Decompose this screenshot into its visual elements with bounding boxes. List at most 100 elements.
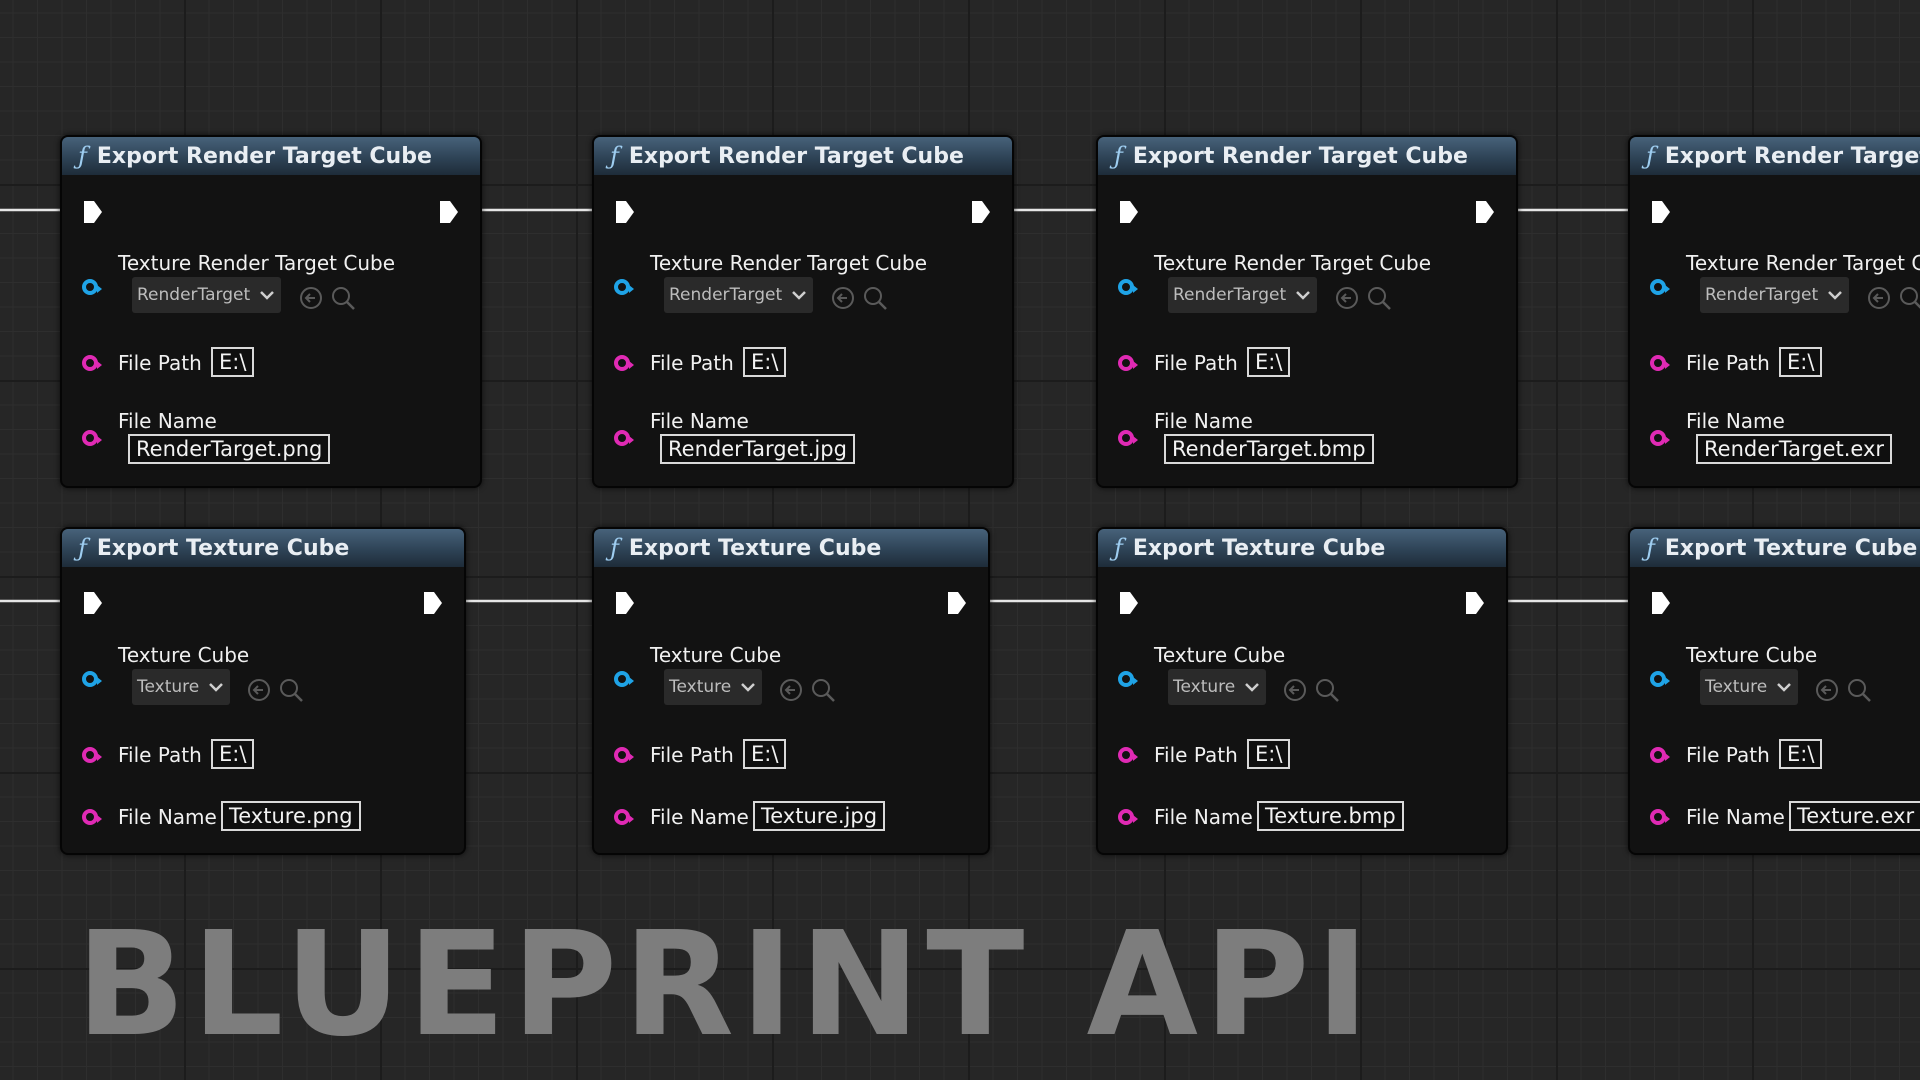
file-path-pin[interactable] bbox=[1118, 747, 1138, 763]
object-pin-label: Texture Cube bbox=[650, 643, 782, 667]
object-pin[interactable] bbox=[82, 279, 102, 295]
file-name-input[interactable]: RenderTarget.bmp bbox=[1164, 434, 1374, 464]
object-pin[interactable] bbox=[82, 671, 102, 687]
object-dropdown-value: Texture bbox=[669, 677, 732, 697]
file-name-input[interactable]: RenderTarget.png bbox=[128, 434, 331, 464]
browse-arrow-icon[interactable] bbox=[1814, 677, 1840, 707]
file-name-pin[interactable] bbox=[82, 430, 102, 446]
search-icon[interactable] bbox=[1366, 285, 1392, 315]
search-icon[interactable] bbox=[1846, 677, 1872, 707]
exec-pin-icon[interactable] bbox=[614, 199, 636, 225]
search-icon[interactable] bbox=[1898, 285, 1920, 315]
browse-arrow-icon[interactable] bbox=[246, 677, 272, 707]
node-export-render-target-cube-3[interactable]: ƒ Export Render Target Cube Texture Rend… bbox=[1096, 135, 1518, 488]
file-path-pin[interactable] bbox=[82, 747, 102, 763]
file-name-input[interactable]: Texture.png bbox=[221, 801, 361, 831]
exec-pin-icon[interactable] bbox=[946, 590, 968, 616]
exec-pin-icon[interactable] bbox=[1474, 199, 1496, 225]
exec-pin-icon[interactable] bbox=[82, 590, 104, 616]
node-header[interactable]: ƒ Export Texture Cube bbox=[594, 529, 988, 567]
file-name-input[interactable]: RenderTarget.exr bbox=[1696, 434, 1893, 464]
object-dropdown[interactable]: Texture bbox=[1700, 669, 1799, 705]
node-header[interactable]: ƒ Export Render Target Cube bbox=[1630, 137, 1920, 175]
node-header[interactable]: ƒ Export Render Target Cube bbox=[1098, 137, 1516, 175]
file-name-pin[interactable] bbox=[82, 809, 102, 825]
file-path-pin[interactable] bbox=[1118, 355, 1138, 371]
exec-pin-icon[interactable] bbox=[614, 590, 636, 616]
object-dropdown[interactable]: Texture bbox=[1168, 669, 1267, 705]
node-export-render-target-cube-2[interactable]: ƒ Export Render Target Cube Texture Rend… bbox=[592, 135, 1014, 488]
exec-pin-icon[interactable] bbox=[1650, 590, 1672, 616]
file-path-input[interactable]: E:\ bbox=[743, 347, 787, 377]
object-dropdown[interactable]: RenderTarget bbox=[1168, 277, 1318, 313]
file-name-input[interactable]: RenderTarget.jpg bbox=[660, 434, 855, 464]
exec-pin-icon[interactable] bbox=[1118, 590, 1140, 616]
exec-pin-icon[interactable] bbox=[1650, 199, 1672, 225]
object-pin[interactable] bbox=[1650, 671, 1670, 687]
exec-pin-icon[interactable] bbox=[1464, 590, 1486, 616]
object-dropdown[interactable]: RenderTarget bbox=[132, 277, 282, 313]
file-name-input[interactable]: Texture.exr bbox=[1789, 801, 1920, 831]
node-export-render-target-cube-1[interactable]: ƒ Export Render Target Cube Texture Rend… bbox=[60, 135, 482, 488]
node-export-texture-cube-3[interactable]: ƒ Export Texture Cube Texture Cube Textu… bbox=[1096, 527, 1508, 855]
file-name-pin[interactable] bbox=[1118, 430, 1138, 446]
file-name-input[interactable]: Texture.jpg bbox=[753, 801, 886, 831]
exec-pin-icon[interactable] bbox=[970, 199, 992, 225]
node-header[interactable]: ƒ Export Texture Cube bbox=[62, 529, 464, 567]
node-header[interactable]: ƒ Export Texture Cube bbox=[1630, 529, 1920, 567]
search-icon[interactable] bbox=[1314, 677, 1340, 707]
file-path-input[interactable]: E:\ bbox=[743, 739, 787, 769]
browse-arrow-icon[interactable] bbox=[1282, 677, 1308, 707]
object-dropdown-value: Texture bbox=[1173, 677, 1236, 697]
file-name-pin[interactable] bbox=[1650, 430, 1670, 446]
search-icon[interactable] bbox=[278, 677, 304, 707]
file-path-pin[interactable] bbox=[614, 355, 634, 371]
browse-arrow-icon[interactable] bbox=[298, 285, 324, 315]
file-path-input[interactable]: E:\ bbox=[1779, 347, 1823, 377]
file-path-input[interactable]: E:\ bbox=[211, 347, 255, 377]
exec-pin-icon[interactable] bbox=[82, 199, 104, 225]
object-dropdown[interactable]: RenderTarget bbox=[1700, 277, 1850, 313]
file-path-pin[interactable] bbox=[614, 747, 634, 763]
file-path-pin[interactable] bbox=[1650, 747, 1670, 763]
search-icon[interactable] bbox=[330, 285, 356, 315]
browse-arrow-icon[interactable] bbox=[778, 677, 804, 707]
object-pin[interactable] bbox=[614, 671, 634, 687]
object-dropdown[interactable]: Texture bbox=[664, 669, 763, 705]
node-export-texture-cube-2[interactable]: ƒ Export Texture Cube Texture Cube Textu… bbox=[592, 527, 990, 855]
browse-arrow-icon[interactable] bbox=[830, 285, 856, 315]
file-name-pin[interactable] bbox=[614, 809, 634, 825]
browse-arrow-icon[interactable] bbox=[1334, 285, 1360, 315]
file-path-input[interactable]: E:\ bbox=[1247, 739, 1291, 769]
object-pin[interactable] bbox=[1650, 279, 1670, 295]
file-name-pin[interactable] bbox=[614, 430, 634, 446]
browse-arrow-icon[interactable] bbox=[1866, 285, 1892, 315]
function-icon: ƒ bbox=[78, 534, 87, 562]
file-path-pin[interactable] bbox=[82, 355, 102, 371]
object-pin[interactable] bbox=[1118, 279, 1138, 295]
file-name-pin[interactable] bbox=[1650, 809, 1670, 825]
object-pin[interactable] bbox=[1118, 671, 1138, 687]
file-path-pin[interactable] bbox=[1650, 355, 1670, 371]
object-pin-label: Texture Cube bbox=[118, 643, 250, 667]
node-header[interactable]: ƒ Export Render Target Cube bbox=[62, 137, 480, 175]
search-icon[interactable] bbox=[810, 677, 836, 707]
exec-pin-icon[interactable] bbox=[422, 590, 444, 616]
node-export-texture-cube-4[interactable]: ƒ Export Texture Cube Texture Cube Textu… bbox=[1628, 527, 1920, 855]
file-path-input[interactable]: E:\ bbox=[1247, 347, 1291, 377]
object-pin[interactable] bbox=[614, 279, 634, 295]
object-dropdown[interactable]: RenderTarget bbox=[664, 277, 814, 313]
file-name-input[interactable]: Texture.bmp bbox=[1257, 801, 1404, 831]
node-header[interactable]: ƒ Export Texture Cube bbox=[1098, 529, 1506, 567]
exec-pin-icon[interactable] bbox=[438, 199, 460, 225]
file-path-input[interactable]: E:\ bbox=[1779, 739, 1823, 769]
node-export-texture-cube-1[interactable]: ƒ Export Texture Cube Texture Cube Textu… bbox=[60, 527, 466, 855]
object-dropdown[interactable]: Texture bbox=[132, 669, 231, 705]
node-export-render-target-cube-4[interactable]: ƒ Export Render Target Cube Texture Rend… bbox=[1628, 135, 1920, 488]
function-icon: ƒ bbox=[1646, 534, 1655, 562]
file-path-input[interactable]: E:\ bbox=[211, 739, 255, 769]
exec-pin-icon[interactable] bbox=[1118, 199, 1140, 225]
node-header[interactable]: ƒ Export Render Target Cube bbox=[594, 137, 1012, 175]
search-icon[interactable] bbox=[862, 285, 888, 315]
file-name-pin[interactable] bbox=[1118, 809, 1138, 825]
